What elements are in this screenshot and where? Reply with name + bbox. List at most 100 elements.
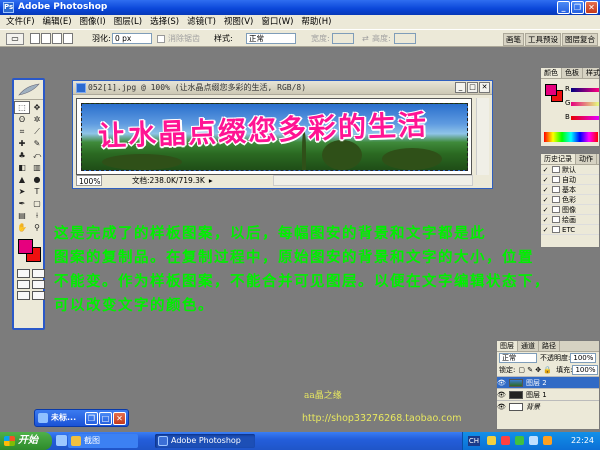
eye-icon[interactable]: 👁 [497, 403, 506, 411]
eye-icon[interactable]: 👁 [497, 379, 506, 387]
well-tab-brushes[interactable]: 画笔 [503, 33, 524, 46]
screen-mode-full-icon[interactable] [17, 291, 30, 300]
taskbar-item-photoshop[interactable]: Adobe Photoshop [155, 434, 255, 448]
palette-close-button[interactable]: ✕ [113, 412, 126, 425]
list-item[interactable]: ✓ 默认 [541, 165, 599, 175]
list-item[interactable]: ✓ 自动 [541, 175, 599, 185]
doc-maximize-button[interactable]: □ [467, 82, 478, 93]
status-menu-arrow-icon[interactable]: ▸ [209, 175, 213, 186]
opacity-input[interactable]: 100% [570, 353, 597, 363]
eye-icon[interactable]: 👁 [497, 391, 506, 399]
swap-icon[interactable]: ⇄ [362, 33, 369, 45]
tab-history[interactable]: 历史记录 [541, 154, 576, 164]
blur-tool-icon[interactable]: ▲ [15, 174, 29, 185]
channel-g-slider[interactable] [571, 102, 599, 106]
feather-logo-icon[interactable] [17, 83, 41, 97]
screen-mode-full-menu-icon[interactable] [32, 280, 45, 289]
tab-layers[interactable]: 图层 [497, 341, 518, 351]
path-select-icon[interactable]: ➤ [15, 186, 29, 197]
antivirus-icon[interactable] [501, 436, 510, 445]
check-icon[interactable]: ✓ [541, 166, 550, 174]
quickmask-mode-icon[interactable] [32, 269, 45, 278]
height-input[interactable] [394, 33, 416, 44]
document-canvas[interactable]: 让水晶点缀您多彩的生活 [76, 98, 472, 175]
channel-r-slider[interactable] [571, 88, 599, 92]
clone-stamp-icon[interactable]: ♣ [15, 150, 29, 161]
menu-select[interactable]: 选择(S) [146, 15, 183, 29]
well-tab-tool-presets[interactable]: 工具预设 [525, 33, 561, 46]
new-selection-icon[interactable] [30, 33, 40, 44]
marquee-tool-preset-icon[interactable]: ▭ [6, 33, 24, 45]
check-icon[interactable]: ✓ [541, 226, 550, 234]
minimize-button[interactable]: _ [557, 1, 570, 14]
notes-tool-icon[interactable]: ▤ [15, 210, 29, 221]
start-button[interactable]: 开始 [0, 432, 52, 450]
menu-help[interactable]: 帮助(H) [297, 15, 335, 29]
list-item[interactable]: ✓ 基本 [541, 185, 599, 195]
menu-image[interactable]: 图像(I) [76, 15, 110, 29]
list-item[interactable]: ✓ 图像 [541, 205, 599, 215]
tray-app-icon[interactable] [543, 436, 552, 445]
minimized-palette[interactable]: 未标... ❐ □ ✕ [34, 409, 129, 427]
menu-edit[interactable]: 编辑(E) [39, 15, 76, 29]
horizontal-scrollbar[interactable] [273, 175, 473, 186]
screen-mode-standard-icon[interactable] [17, 280, 30, 289]
foreground-color-swatch[interactable] [18, 239, 33, 254]
list-item[interactable]: ✓ 绘画 [541, 215, 599, 225]
quicklaunch-icon[interactable] [56, 435, 67, 446]
check-icon[interactable]: ✓ [541, 176, 550, 184]
tab-actions[interactable]: 动作 [576, 154, 597, 164]
pen-tool-icon[interactable]: ✒ [15, 198, 29, 209]
help-icon[interactable] [487, 436, 496, 445]
shape-tool-icon[interactable]: ▢ [30, 198, 44, 209]
tab-styles[interactable]: 样式 [583, 68, 600, 78]
taskbar-item-screenshot[interactable]: 截图 [68, 434, 138, 448]
eyedropper-icon[interactable]: ⟊ [30, 210, 44, 221]
tab-swatches[interactable]: 色板 [562, 68, 583, 78]
well-tab-layer-comps[interactable]: 图层复合 [562, 33, 598, 46]
standard-mode-icon[interactable] [17, 269, 30, 278]
check-icon[interactable]: ✓ [541, 206, 550, 214]
type-tool-icon[interactable]: T [30, 186, 44, 197]
layer-row[interactable]: 👁 图层 2 [497, 376, 599, 388]
add-selection-icon[interactable] [41, 33, 51, 44]
brush-tool-icon[interactable]: ✎ [30, 138, 44, 149]
gradient-tool-icon[interactable]: ▥ [30, 162, 44, 173]
magic-wand-icon[interactable]: ✲ [30, 114, 44, 125]
color-spectrum-bar[interactable] [544, 132, 598, 142]
menu-view[interactable]: 视图(V) [220, 15, 257, 29]
close-button[interactable]: ✕ [585, 1, 598, 14]
hand-tool-icon[interactable]: ✋ [15, 222, 29, 233]
crop-tool-icon[interactable]: ⌗ [15, 126, 29, 137]
blend-mode-select[interactable]: 正常 [499, 353, 537, 363]
palette-maximize-button[interactable]: □ [99, 412, 112, 425]
jump-to-imageready-icon[interactable] [32, 291, 45, 300]
antialias-checkbox[interactable] [157, 35, 165, 43]
layer-row[interactable]: 👁 背景 [497, 400, 599, 412]
check-icon[interactable]: ✓ [541, 186, 550, 194]
width-input[interactable] [332, 33, 354, 44]
check-icon[interactable]: ✓ [541, 216, 550, 224]
menu-file[interactable]: 文件(F) [2, 15, 39, 29]
dodge-tool-icon[interactable]: ● [30, 174, 44, 185]
style-select[interactable]: 正常 [246, 33, 296, 44]
history-brush-icon[interactable]: ⤺ [30, 150, 44, 161]
list-item[interactable]: ✓ ETC [541, 225, 599, 235]
menu-window[interactable]: 窗口(W) [257, 15, 297, 29]
intersect-selection-icon[interactable] [63, 33, 73, 44]
list-item[interactable]: ✓ 色彩 [541, 195, 599, 205]
zoom-tool-icon[interactable]: ⚲ [30, 222, 44, 233]
vertical-scrollbar[interactable] [476, 98, 489, 175]
tab-channels[interactable]: 通道 [518, 341, 539, 351]
volume-icon[interactable] [529, 436, 538, 445]
document-title-bar[interactable]: 052[1].jpg @ 100% (让水晶点缀您多彩的生活, RGB/8) _… [73, 81, 492, 95]
marquee-tool-icon[interactable]: ⬚ [14, 101, 30, 114]
tab-paths[interactable]: 路径 [539, 341, 560, 351]
doc-close-button[interactable]: ✕ [479, 82, 490, 93]
feather-input[interactable] [112, 33, 152, 44]
lock-icons[interactable]: ▢ ✎ ✥ 🔒 [518, 366, 552, 374]
zoom-level[interactable]: 100% [76, 175, 102, 186]
channel-b-slider[interactable] [571, 116, 599, 120]
menu-layer[interactable]: 图层(L) [110, 15, 146, 29]
tab-color[interactable]: 颜色 [541, 68, 562, 78]
